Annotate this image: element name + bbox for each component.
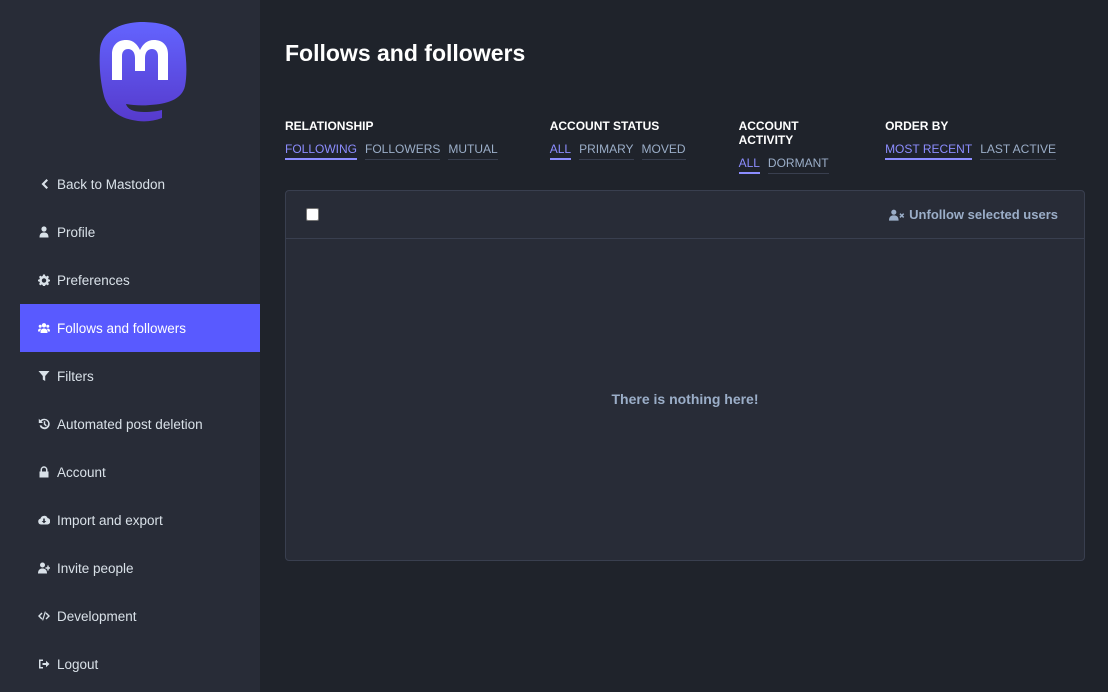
sidebar-item-label: Filters xyxy=(57,368,94,384)
filter-bar: Relationship Following Followers Mutual Acco… xyxy=(285,119,1108,174)
mastodon-logo-icon[interactable] xyxy=(92,20,188,122)
main-content: Follows and followers Relationship Follow… xyxy=(260,0,1108,692)
filter-icon xyxy=(37,369,51,383)
filter-options: All Primary Moved xyxy=(549,142,694,160)
user-plus-icon xyxy=(37,561,51,575)
gear-icon xyxy=(37,273,51,287)
user-times-icon xyxy=(889,209,905,221)
relationships-panel: Unfollow selected users There is nothing… xyxy=(285,190,1085,561)
filter-options: Following Followers Mutual xyxy=(285,142,506,160)
filter-option-moved[interactable]: Moved xyxy=(641,142,686,160)
chevron-left-icon xyxy=(37,177,51,191)
sidebar-item-profile[interactable]: Profile xyxy=(20,208,260,256)
sidebar-item-invite-people[interactable]: Invite people xyxy=(20,544,260,592)
filter-option-most-recent[interactable]: Most recent xyxy=(885,142,973,160)
filter-label: Account activity xyxy=(738,119,799,147)
sidebar-item-label: Logout xyxy=(57,656,99,672)
sign-out-icon xyxy=(37,657,51,671)
sidebar-item-label: Account xyxy=(57,464,106,480)
history-icon xyxy=(37,417,51,431)
users-icon xyxy=(37,321,51,335)
filter-options: Most recent Last active xyxy=(885,142,1064,160)
filter-group-account-status: Account status All Primary Moved xyxy=(549,119,694,174)
filter-group-account-activity: Account activity All Dormant xyxy=(738,119,846,174)
sidebar-item-label: Follows and followers xyxy=(57,320,187,336)
filter-option-last-active[interactable]: Last active xyxy=(980,142,1056,160)
filter-option-dormant[interactable]: Dormant xyxy=(767,156,829,174)
sidebar-item-preferences[interactable]: Preferences xyxy=(20,256,260,304)
filter-options: All Dormant xyxy=(738,156,846,174)
sidebar-item-label: Preferences xyxy=(57,272,130,288)
filter-label: Account status xyxy=(549,119,660,133)
settings-nav: Back to Mastodon Profile Preferences Follow… xyxy=(20,160,260,688)
sidebar-item-import-and-export[interactable]: Import and export xyxy=(20,496,260,544)
page-title: Follows and followers xyxy=(285,40,526,66)
filter-option-mutual[interactable]: Mutual xyxy=(448,142,498,160)
filter-option-followers[interactable]: Followers xyxy=(365,142,441,160)
sidebar-item-label: Automated post deletion xyxy=(57,416,203,432)
app-window: Back to Mastodon Profile Preferences Follow… xyxy=(0,0,1108,692)
select-all-checkbox[interactable] xyxy=(306,208,319,221)
sidebar-item-follows-and-followers[interactable]: Follows and followers xyxy=(20,304,260,352)
filter-option-primary[interactable]: Primary xyxy=(579,142,634,160)
lock-icon xyxy=(37,465,51,479)
filter-option-all[interactable]: All xyxy=(738,156,760,174)
sidebar-item-label: Profile xyxy=(57,224,96,240)
sidebar: Back to Mastodon Profile Preferences Follow… xyxy=(0,0,260,692)
filter-group-order-by: Order by Most recent Last active xyxy=(885,119,1064,174)
sidebar-item-logout[interactable]: Logout xyxy=(20,640,260,688)
code-icon xyxy=(37,609,51,623)
sidebar-item-development[interactable]: Development xyxy=(20,592,260,640)
sidebar-item-label: Invite people xyxy=(57,560,134,576)
cloud-download-icon xyxy=(37,513,51,527)
sidebar-item-label: Import and export xyxy=(57,512,163,528)
sidebar-item-automated-post-deletion[interactable]: Automated post deletion xyxy=(20,400,260,448)
filter-group-relationship: Relationship Following Followers Mutual xyxy=(285,119,506,174)
filter-label: Relationship xyxy=(285,119,374,133)
filter-label: Order by xyxy=(885,119,949,133)
user-icon xyxy=(37,225,51,239)
sidebar-item-back-to-mastodon[interactable]: Back to Mastodon xyxy=(20,160,260,208)
filter-option-all[interactable]: All xyxy=(549,142,572,160)
unfollow-selected-label: Unfollow selected users xyxy=(909,207,1058,222)
panel-header: Unfollow selected users xyxy=(286,191,1084,239)
sidebar-item-label: Back to Mastodon xyxy=(57,176,166,192)
filter-option-following[interactable]: Following xyxy=(285,142,358,160)
sidebar-item-label: Development xyxy=(57,608,137,624)
unfollow-selected-button[interactable]: Unfollow selected users xyxy=(889,207,1058,222)
sidebar-item-account[interactable]: Account xyxy=(20,448,260,496)
sidebar-item-filters[interactable]: Filters xyxy=(20,352,260,400)
empty-state-message: There is nothing here! xyxy=(611,391,759,407)
